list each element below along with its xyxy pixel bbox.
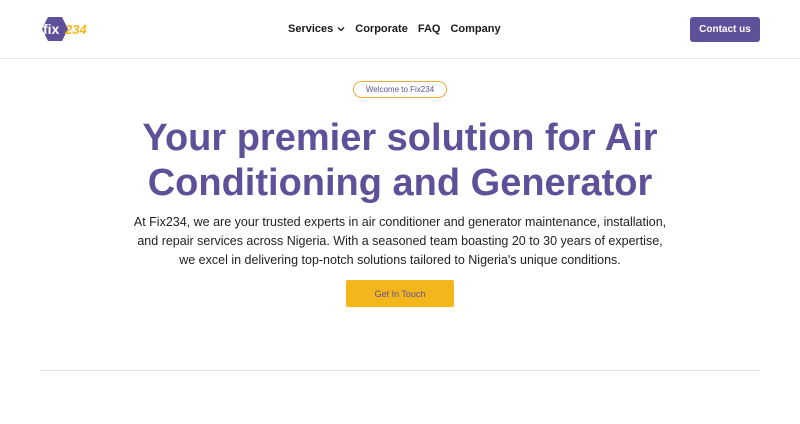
nav-item-label: Services [288, 23, 334, 35]
nav-item-label: Company [450, 23, 501, 35]
headline-line-1: Your premier solution for Air [142, 117, 658, 159]
logo-text-main: fix [43, 21, 60, 37]
description-line-2: and repair services across Nigeria. With… [137, 234, 663, 248]
contact-us-button[interactable]: Contact us [690, 17, 760, 42]
hero-headline: Your premier solution for Air Conditioni… [60, 116, 740, 206]
description-line-3: we excel in delivering top-notch solutio… [179, 253, 621, 267]
main-nav: Services Corporate FAQ Company [288, 22, 501, 36]
headline-line-2: Conditioning and Generator [147, 162, 653, 204]
section-divider [40, 370, 760, 371]
nav-item-label: FAQ [417, 23, 441, 35]
hero-description: At Fix234, we are your trusted experts i… [100, 213, 700, 270]
chevron-down-icon [337, 27, 345, 32]
logo-text-number: 234 [64, 22, 87, 37]
site-header: fix 234 Services Corporate FAQ Company C… [0, 0, 800, 59]
description-line-1: At Fix234, we are your trusted experts i… [133, 215, 667, 229]
nav-item-company[interactable]: Company [450, 22, 500, 36]
fix234-logo[interactable]: fix 234 [39, 13, 95, 45]
nav-item-corporate[interactable]: Corporate [355, 22, 408, 36]
nav-item-services[interactable]: Services [288, 22, 345, 36]
get-in-touch-button[interactable]: Get In Touch [346, 280, 454, 307]
fix234-logo-icon: fix 234 [42, 17, 87, 41]
nav-item-label: Corporate [355, 23, 408, 35]
welcome-badge: Welcome to Fix234 [353, 81, 447, 98]
nav-item-faq[interactable]: FAQ [418, 22, 441, 36]
